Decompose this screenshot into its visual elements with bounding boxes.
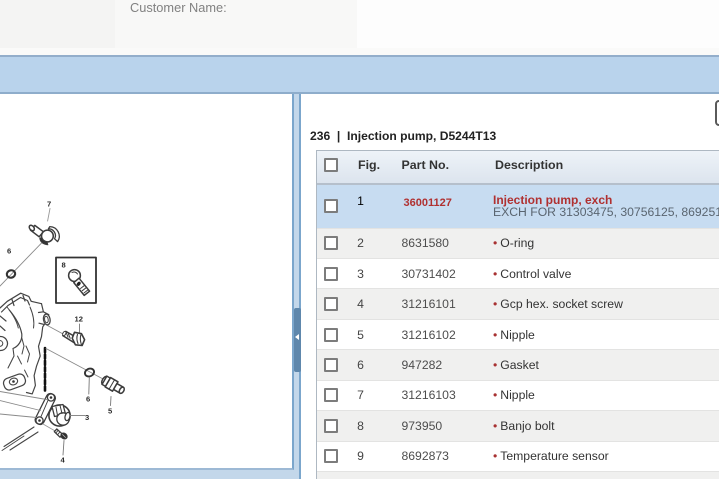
svg-text:5: 5 [108, 407, 113, 416]
svg-text:6: 6 [86, 395, 90, 404]
svg-text:3: 3 [85, 413, 89, 422]
svg-text:7: 7 [47, 200, 51, 209]
svg-text:8: 8 [62, 261, 66, 270]
svg-text:6: 6 [7, 247, 11, 256]
svg-text:12: 12 [75, 315, 83, 324]
svg-text:4: 4 [61, 456, 66, 465]
